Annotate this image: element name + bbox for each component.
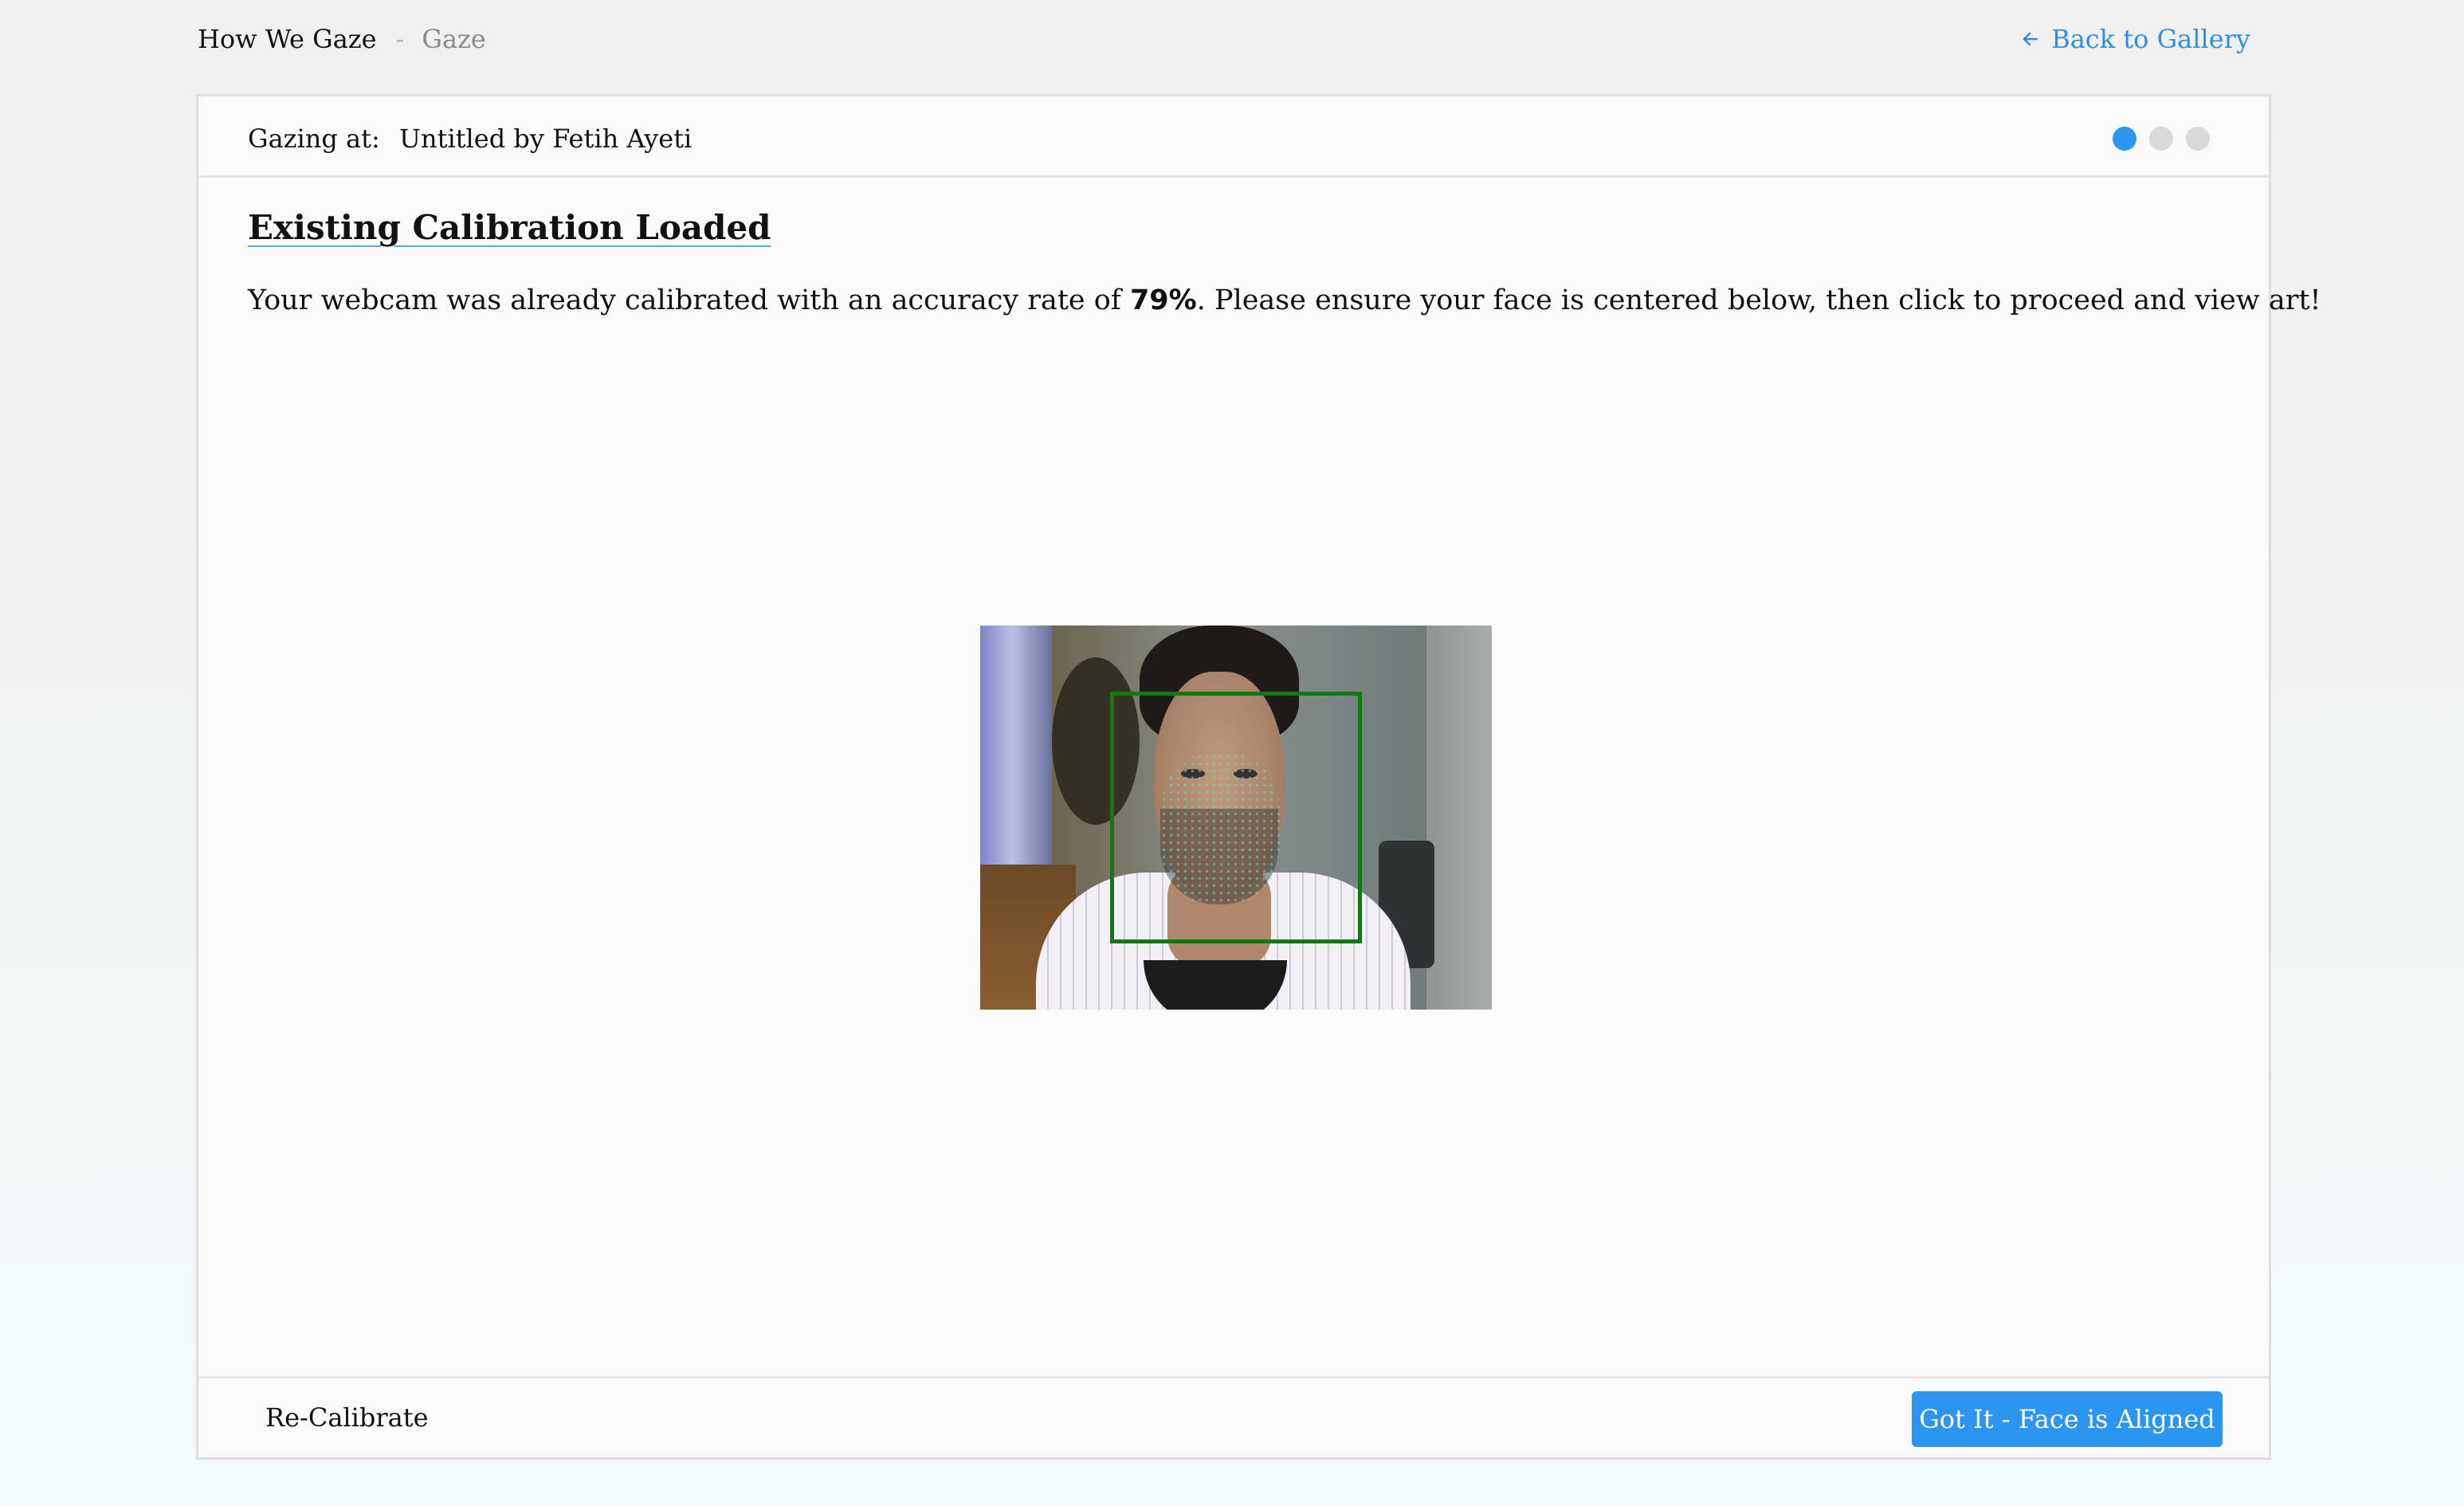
accuracy-value: 79%: [1129, 284, 1197, 316]
background-wall: [1426, 626, 1492, 1010]
artwork-title: Untitled by Fetih Ayeti: [399, 124, 693, 154]
person-undershirt: [1144, 960, 1287, 1010]
webcam-preview: [980, 626, 1492, 1010]
step-dot-3: [2186, 127, 2210, 151]
step-indicator: [2113, 127, 2210, 151]
face-alignment-box: [1110, 692, 1362, 943]
top-bar: How We Gaze - Gaze Back to Gallery: [0, 0, 2464, 80]
breadcrumb-section: Gaze: [422, 24, 486, 54]
recalibrate-button[interactable]: Re-Calibrate: [265, 1402, 429, 1433]
calibration-description: Your webcam was already calibrated with …: [248, 284, 2321, 316]
description-text-end: . Please ensure your face is centered be…: [1196, 284, 2321, 316]
gazing-at-label: Gazing at:: [248, 124, 380, 154]
breadcrumb-separator: -: [395, 24, 405, 54]
card-footer: Re-Calibrate Got It - Face is Aligned: [198, 1376, 2269, 1457]
back-to-gallery-link[interactable]: Back to Gallery: [2021, 24, 2250, 54]
arrow-left-icon: [2023, 32, 2038, 46]
step-dot-1: [2113, 127, 2136, 151]
brand-title[interactable]: How We Gaze: [198, 24, 377, 54]
page-title: Existing Calibration Loaded: [248, 208, 771, 247]
background-window: [980, 626, 1052, 865]
breadcrumb: How We Gaze - Gaze: [198, 24, 486, 54]
back-to-gallery-label: Back to Gallery: [2051, 24, 2250, 54]
description-text-start: Your webcam was already calibrated with …: [248, 284, 1130, 316]
card-header: Gazing at: Untitled by Fetih Ayeti: [198, 96, 2269, 178]
calibration-card: Gazing at: Untitled by Fetih Ayeti Exist…: [196, 94, 2321, 1460]
step-dot-2: [2149, 127, 2173, 151]
face-aligned-button[interactable]: Got It - Face is Aligned: [1912, 1391, 2223, 1447]
